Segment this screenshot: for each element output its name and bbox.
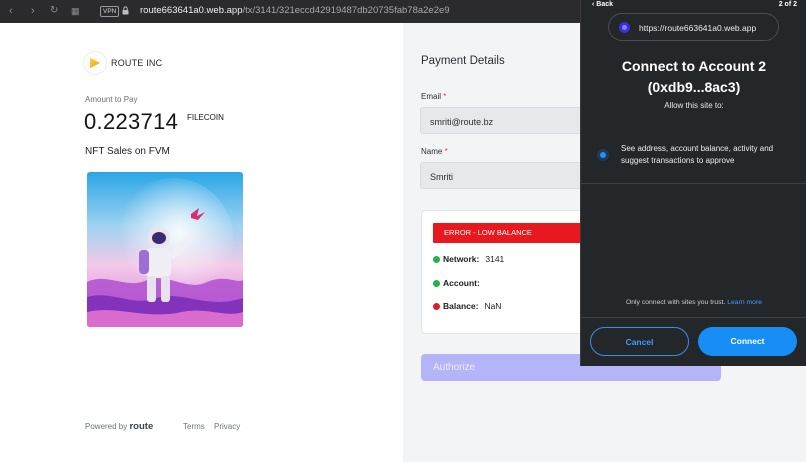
privacy-link[interactable]: Privacy: [214, 422, 240, 431]
network-status: Network: 3141: [433, 254, 504, 264]
network-status-dot-icon: [433, 256, 440, 263]
lock-icon: [122, 6, 129, 15]
name-label: Name *: [421, 147, 448, 156]
account-status: Account:: [433, 278, 486, 288]
required-mark: *: [443, 92, 447, 101]
account-status-dot-icon: [433, 280, 440, 287]
tabs-grid-icon[interactable]: ▦: [71, 5, 80, 17]
company-name: ROUTE INC: [111, 58, 163, 68]
divider: [581, 317, 806, 318]
currency-label: FILECOIN: [187, 113, 224, 122]
amount-label: Amount to Pay: [85, 95, 138, 104]
site-origin-pill: https://route663641a0.web.app: [608, 13, 779, 41]
allow-subtitle: Allow this site to:: [664, 101, 724, 110]
amount-value: 0.223714: [84, 109, 179, 134]
email-label-text: Email: [421, 92, 442, 101]
page-count: 2 of 2: [778, 1, 797, 8]
divider: [581, 183, 806, 184]
learn-more-link[interactable]: Learn more: [727, 299, 762, 306]
terms-link[interactable]: Terms: [183, 422, 205, 431]
cancel-button[interactable]: Cancel: [590, 327, 689, 356]
name-label-text: Name: [421, 147, 443, 156]
balance-value: NaN: [484, 301, 502, 311]
site-favicon-icon: [619, 22, 630, 33]
route-brand[interactable]: route: [129, 421, 153, 432]
url-host: route663641a0.web.app: [140, 5, 243, 16]
wallet-connect-popup: ‹ Back 2 of 2 https://route663641a0.web.…: [580, 0, 806, 366]
url-path: /tx/3141/321eccd42919487db20735fab78a2e2…: [242, 5, 450, 16]
play-logo-icon: [90, 57, 100, 69]
account-address: (0xdb9...8ac3): [647, 79, 741, 95]
trust-text: Only connect with sites you trust.: [625, 299, 726, 306]
back-label: Back: [596, 1, 614, 8]
email-label: Email *: [421, 92, 446, 101]
payment-details-title: Payment Details: [421, 55, 505, 67]
site-origin: https://route663641a0.web.app: [639, 23, 757, 33]
company-logo: [84, 52, 106, 74]
balance-key: Balance:: [443, 301, 479, 311]
screen: ‹ › ↻ ▦ VPN route663641a0.web.app/tx/314…: [0, 0, 806, 462]
connect-button[interactable]: Connect: [698, 327, 797, 356]
address-bar[interactable]: route663641a0.web.app/tx/3141/321eccd429…: [140, 5, 450, 16]
permission-eye-icon: [597, 149, 609, 161]
powered-by: Powered by route: [85, 421, 153, 432]
connect-title: Connect to Account 2: [621, 58, 767, 74]
balance-status-dot-icon: [433, 303, 440, 310]
network-key: Network:: [443, 254, 480, 264]
back-arrow-icon[interactable]: ‹: [9, 5, 13, 17]
back-button[interactable]: ‹ Back: [592, 1, 613, 8]
network-value: 3141: [485, 254, 505, 264]
required-mark: *: [444, 147, 448, 156]
forward-arrow-icon[interactable]: ›: [31, 5, 35, 17]
nft-artwork-image: [87, 172, 243, 327]
account-key: Account:: [443, 278, 480, 288]
reload-icon[interactable]: ↻: [50, 5, 58, 17]
chevron-left-icon: ‹: [592, 1, 595, 8]
permission-description: See address, account balance, activity a…: [621, 144, 774, 165]
balance-status: Balance: NaN: [433, 301, 501, 311]
trust-notice: Only connect with sites you trust. Learn…: [581, 299, 806, 306]
powered-by-label: Powered by: [85, 422, 128, 431]
product-name: NFT Sales on FVM: [85, 146, 170, 157]
order-summary: ROUTE INC Amount to Pay 0.223714 FILECOI…: [0, 23, 403, 462]
vpn-badge[interactable]: VPN: [100, 6, 120, 17]
